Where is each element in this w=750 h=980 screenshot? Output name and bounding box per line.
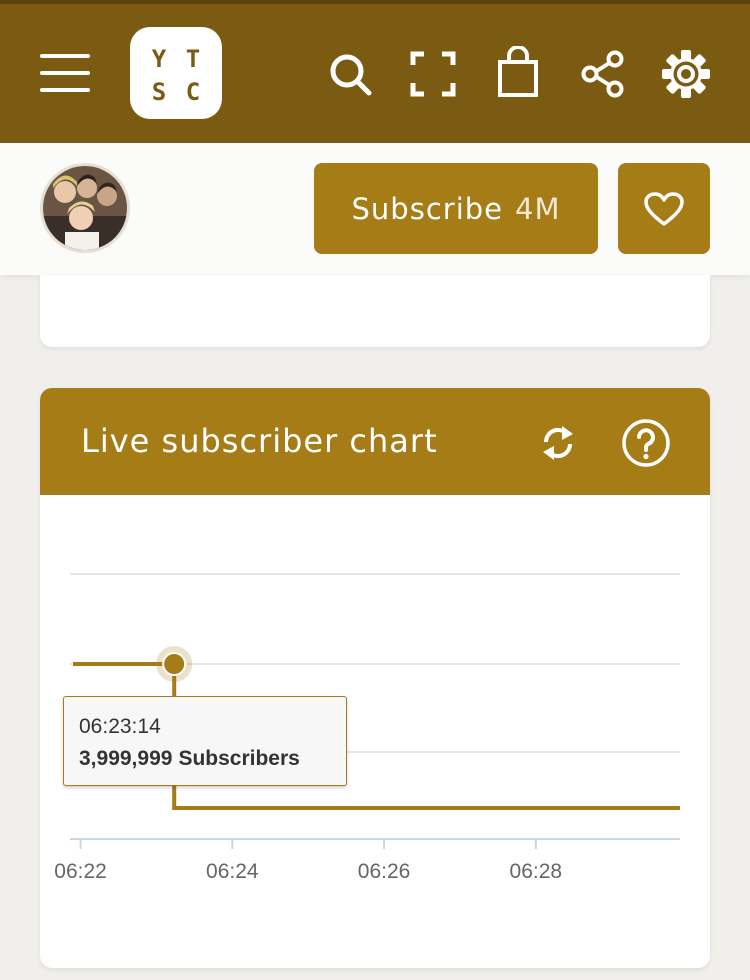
x-tick-label: 06:28	[510, 860, 563, 883]
fullscreen-icon[interactable]	[410, 51, 456, 97]
top-app-bar: Y T S C	[0, 0, 750, 143]
tooltip-unit: Subscribers	[178, 747, 300, 770]
search-icon[interactable]	[328, 52, 374, 98]
x-tick-label: 06:24	[206, 860, 259, 883]
logo-letter: C	[185, 78, 201, 106]
favorite-button[interactable]	[618, 163, 710, 254]
x-tick-label: 06:26	[358, 860, 411, 883]
tooltip-subscriber-count: 3,999,999	[79, 747, 173, 770]
tooltip-value: 3,999,999 Subscribers	[79, 747, 300, 771]
live-subscriber-chart-card: Live subscriber chart 06:22 06:24 06:26 06:…	[40, 388, 710, 968]
logo-letter: Y	[151, 45, 167, 73]
avatar-photo	[43, 166, 127, 250]
subscriber-line-chart: 06:22 06:24 06:26 06:28	[54, 573, 680, 883]
previous-card	[40, 275, 710, 347]
subscribe-label: Subscribe	[351, 191, 503, 226]
ytsc-logo[interactable]: Y T S C	[130, 27, 222, 119]
chart-tooltip: 06:23:14 3,999,999 Subscribers	[63, 696, 347, 786]
settings-gear-icon[interactable]	[661, 49, 711, 99]
status-strip	[0, 0, 750, 4]
logo-letter: S	[151, 78, 167, 106]
highlight-point	[162, 652, 187, 676]
shopping-bag-icon[interactable]	[496, 46, 540, 98]
subscriber-count-badge: 4M	[515, 191, 561, 226]
heart-icon	[644, 192, 684, 226]
channel-avatar[interactable]	[40, 163, 130, 253]
hamburger-menu-icon[interactable]	[38, 52, 92, 94]
x-tick-label: 06:22	[54, 860, 107, 883]
subscribe-button[interactable]: Subscribe 4M	[314, 163, 598, 254]
logo-letter: T	[185, 45, 201, 73]
tooltip-time: 06:23:14	[79, 715, 161, 738]
share-icon[interactable]	[580, 50, 626, 98]
